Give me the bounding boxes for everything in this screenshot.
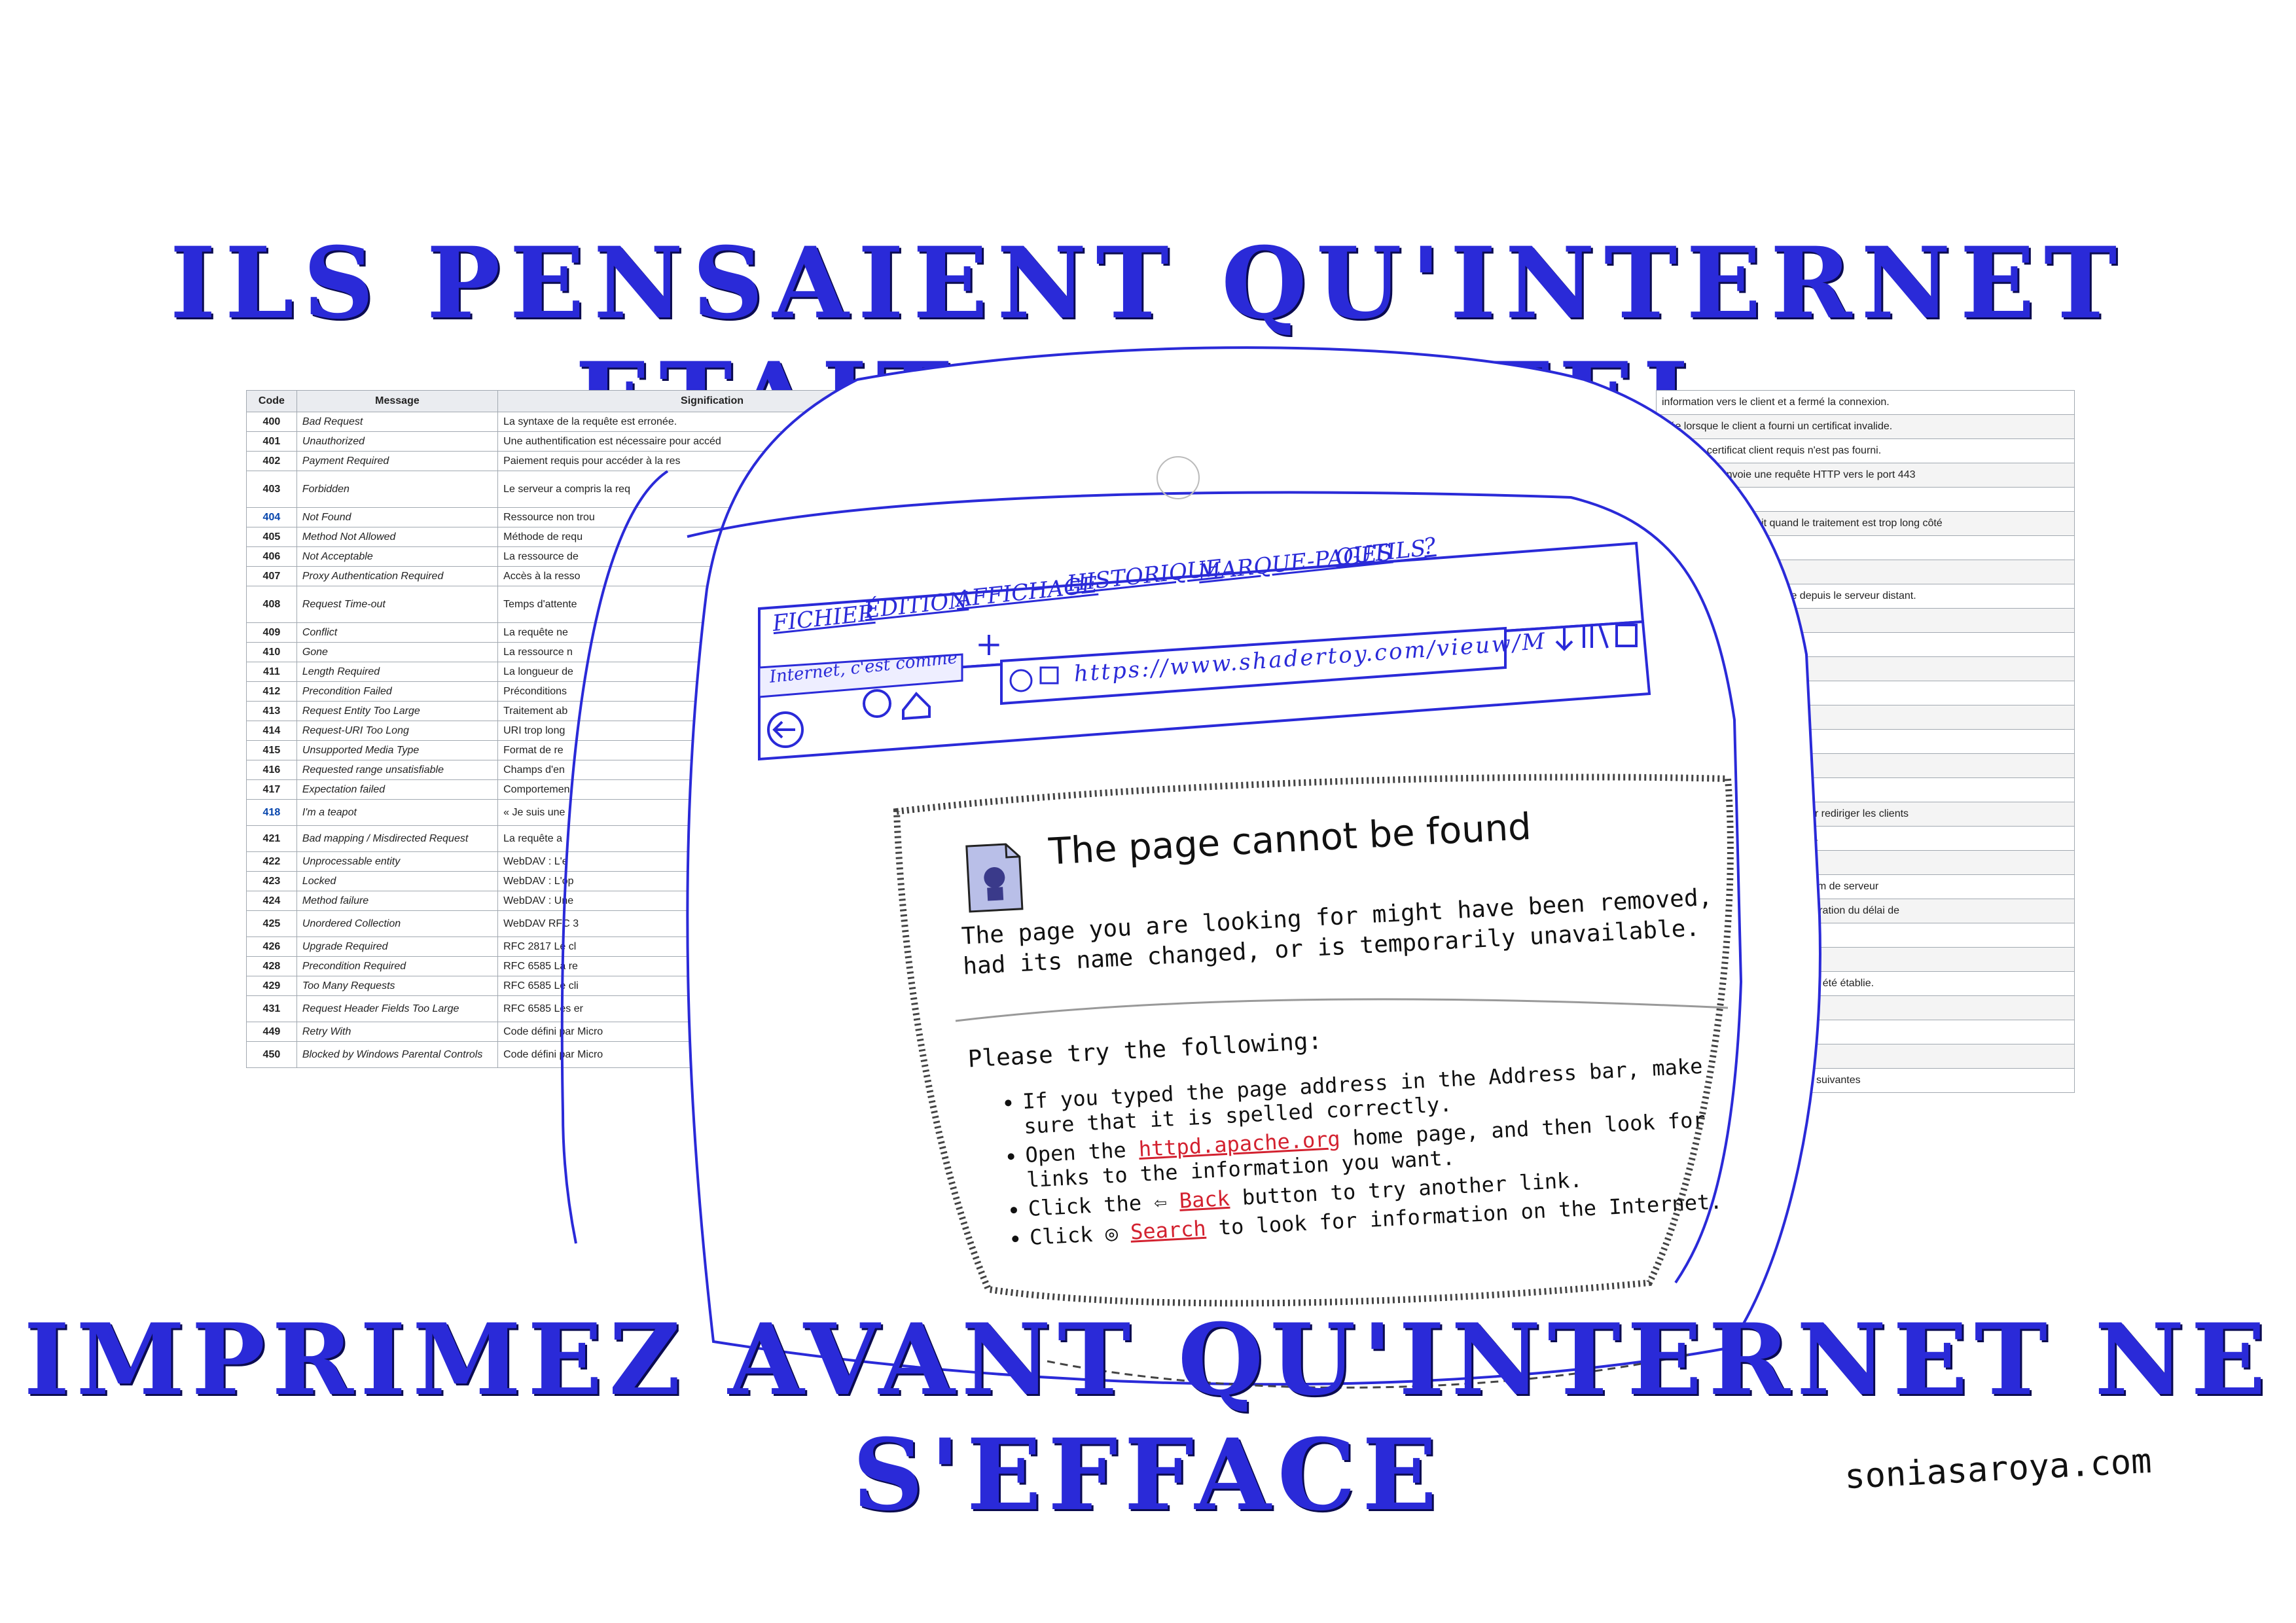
headline-bottom: IMPRIMEZ AVANT QU'INTERNET NE S'EFFACE [24, 1302, 2272, 1533]
back-link[interactable]: Back [1179, 1186, 1230, 1213]
search-icon: ◎ [1104, 1219, 1132, 1246]
suggestion-text: Click [1029, 1221, 1106, 1250]
error-document-icon [965, 843, 1024, 913]
search-link[interactable]: Search [1130, 1216, 1206, 1245]
back-arrow-icon: ⇦ [1153, 1188, 1180, 1215]
new-tab-button[interactable]: + [975, 625, 1003, 663]
suggestion-text: Click the [1027, 1189, 1155, 1221]
monitor-inner-outline [560, 470, 669, 1244]
